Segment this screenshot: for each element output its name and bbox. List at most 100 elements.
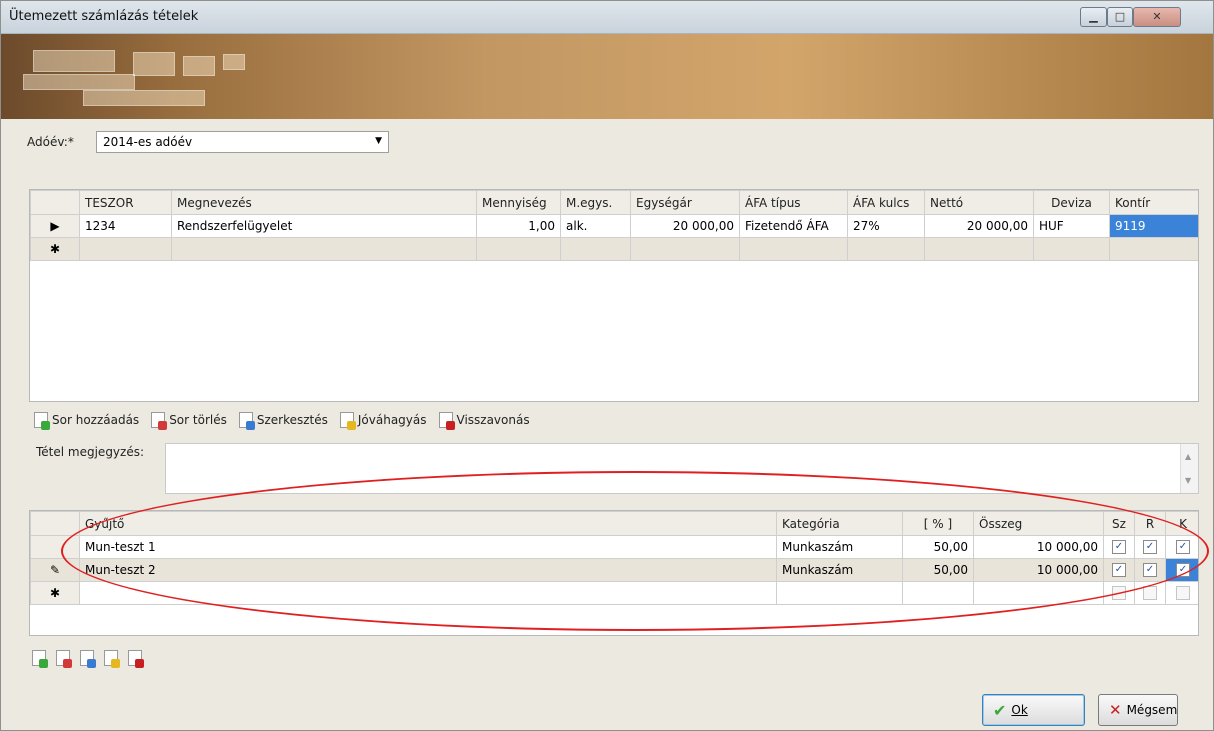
scroll-up-icon: ▲ xyxy=(1185,452,1192,461)
sz-checkbox[interactable] xyxy=(1112,586,1126,601)
scroll-down-icon: ▼ xyxy=(1185,476,1192,485)
close-button[interactable]: ✕ xyxy=(1133,7,1181,27)
delete-row-button[interactable]: Sor törlés xyxy=(151,412,227,430)
window-title: Ütemezett számlázás tételek xyxy=(9,9,199,24)
close-icon: ✕ xyxy=(1152,10,1162,23)
cancel-button[interactable]: ✕ Mégsem xyxy=(1098,694,1178,726)
k-checkbox[interactable]: ✓ xyxy=(1176,540,1190,555)
cell-collector[interactable]: Mun-teszt 2 xyxy=(79,558,777,582)
col-vat-type[interactable]: ÁFA típus xyxy=(739,190,848,215)
cell-collector[interactable]: Mun-teszt 1 xyxy=(79,535,777,559)
tax-year-select[interactable]: 2014-es adóév ▼ xyxy=(96,131,389,153)
cell-amount[interactable]: 10 000,00 xyxy=(973,535,1104,559)
col-name[interactable]: Megnevezés xyxy=(171,190,477,215)
minimize-icon: ▁ xyxy=(1089,10,1098,23)
cell-category[interactable]: Munkaszám xyxy=(776,558,903,582)
tax-year-value: 2014-es adóév xyxy=(103,135,193,149)
cell-percent[interactable]: 50,00 xyxy=(902,558,974,582)
add-row-icon[interactable] xyxy=(32,650,48,668)
cell-amount[interactable]: 10 000,00 xyxy=(973,558,1104,582)
items-grid[interactable]: TESZOR Megnevezés Mennyiség M.egys. Egys… xyxy=(29,189,1199,402)
table-row[interactable]: Mun-teszt 1 Munkaszám 50,00 10 000,00 ✓ … xyxy=(30,535,1198,559)
r-checkbox[interactable]: ✓ xyxy=(1143,540,1157,555)
cell-vat-rate[interactable]: 27% xyxy=(847,214,925,238)
col-vat-rate[interactable]: ÁFA kulcs xyxy=(847,190,925,215)
cell-vat-type[interactable]: Fizetendő ÁFA xyxy=(739,214,848,238)
r-checkbox[interactable]: ✓ xyxy=(1143,563,1157,578)
logo xyxy=(23,46,283,106)
cell-name[interactable]: Rendszerfelügyelet xyxy=(171,214,477,238)
k-checkbox[interactable]: ✓ xyxy=(1176,563,1190,578)
col-currency[interactable]: Deviza xyxy=(1033,190,1110,215)
minimize-button[interactable]: ▁ xyxy=(1080,7,1107,27)
new-row-icon: ✱ xyxy=(30,581,80,605)
dialog-window: Ütemezett számlázás tételek ▁ □ ✕ i Adóé… xyxy=(0,0,1214,731)
pencil-icon: ✎ xyxy=(30,558,80,582)
revoke-icon[interactable] xyxy=(128,650,144,668)
title-bar: Ütemezett számlázás tételek ▁ □ ✕ xyxy=(1,1,1213,34)
col-percent[interactable]: [ % ] xyxy=(902,511,974,536)
r-checkbox[interactable] xyxy=(1143,586,1157,601)
sz-checkbox[interactable]: ✓ xyxy=(1112,540,1126,555)
collector-toolbar xyxy=(32,650,144,668)
delete-row-icon xyxy=(151,412,168,430)
edit-icon xyxy=(238,412,255,430)
note-scrollbar[interactable]: ▲ ▼ xyxy=(1180,444,1198,493)
cell-unit[interactable]: alk. xyxy=(560,214,631,238)
ok-button[interactable]: ✔ Ok xyxy=(982,694,1085,726)
note-textarea[interactable]: ▲ ▼ xyxy=(165,443,1199,494)
col-sz[interactable]: Sz xyxy=(1103,511,1135,536)
col-collector[interactable]: Gyűjtő xyxy=(79,511,777,536)
col-k[interactable]: K xyxy=(1165,511,1198,536)
row-header-corner xyxy=(30,190,80,215)
new-row[interactable]: ✱ xyxy=(30,581,1198,605)
cell-account[interactable]: 9119 xyxy=(1109,214,1198,238)
revoke-icon xyxy=(438,412,455,430)
row-header-corner xyxy=(30,511,80,536)
checkmark-icon: ✔ xyxy=(993,700,1007,720)
table-row[interactable]: ✎ Mun-teszt 2 Munkaszám 50,00 10 000,00 … xyxy=(30,558,1198,582)
col-quantity[interactable]: Mennyiség xyxy=(476,190,561,215)
approve-icon xyxy=(339,412,356,430)
col-r[interactable]: R xyxy=(1134,511,1166,536)
delete-row-icon[interactable] xyxy=(56,650,72,668)
new-row-icon: ✱ xyxy=(30,237,80,261)
revoke-button[interactable]: Visszavonás xyxy=(438,412,530,430)
cell-unit-price[interactable]: 20 000,00 xyxy=(630,214,740,238)
main-content: Adóév:* 2014-es adóév ▼ TESZOR Megnevezé… xyxy=(1,119,1213,730)
add-row-button[interactable]: Sor hozzáadás xyxy=(34,412,139,430)
col-unit[interactable]: M.egys. xyxy=(560,190,631,215)
add-row-icon xyxy=(34,412,50,430)
note-label: Tétel megjegyzés: xyxy=(36,445,145,459)
row-indicator xyxy=(30,535,80,559)
col-unit-price[interactable]: Egységár xyxy=(630,190,740,215)
sz-checkbox[interactable]: ✓ xyxy=(1112,563,1126,578)
cross-icon: ✕ xyxy=(1109,701,1122,719)
cell-currency[interactable]: HUF xyxy=(1033,214,1110,238)
header-banner: i xyxy=(1,34,1213,142)
col-teszor[interactable]: TESZOR xyxy=(79,190,172,215)
approve-icon[interactable] xyxy=(104,650,120,668)
k-checkbox[interactable] xyxy=(1176,586,1190,601)
edit-button[interactable]: Szerkesztés xyxy=(238,412,328,430)
edit-icon[interactable] xyxy=(80,650,96,668)
collector-header-row: Gyűjtő Kategória [ % ] Összeg Sz R K xyxy=(30,511,1198,536)
cell-quantity[interactable]: 1,00 xyxy=(476,214,561,238)
cell-teszor[interactable]: 1234 xyxy=(79,214,172,238)
table-row[interactable]: ▶ 1234 Rendszerfelügyelet 1,00 alk. 20 0… xyxy=(30,214,1198,238)
chevron-down-icon: ▼ xyxy=(375,136,382,146)
row-indicator-icon: ▶ xyxy=(30,214,80,238)
maximize-button[interactable]: □ xyxy=(1107,7,1133,27)
approve-button[interactable]: Jóváhagyás xyxy=(339,412,427,430)
col-account[interactable]: Kontír xyxy=(1109,190,1198,215)
cell-category[interactable]: Munkaszám xyxy=(776,535,903,559)
col-amount[interactable]: Összeg xyxy=(973,511,1104,536)
col-category[interactable]: Kategória xyxy=(776,511,903,536)
new-row[interactable]: ✱ xyxy=(30,237,1198,261)
items-header-row: TESZOR Megnevezés Mennyiség M.egys. Egys… xyxy=(30,190,1198,215)
cell-net[interactable]: 20 000,00 xyxy=(924,214,1034,238)
col-net[interactable]: Nettó xyxy=(924,190,1034,215)
cell-percent[interactable]: 50,00 xyxy=(902,535,974,559)
collector-grid[interactable]: Gyűjtő Kategória [ % ] Összeg Sz R K Mun… xyxy=(29,510,1199,636)
maximize-icon: □ xyxy=(1114,10,1126,23)
